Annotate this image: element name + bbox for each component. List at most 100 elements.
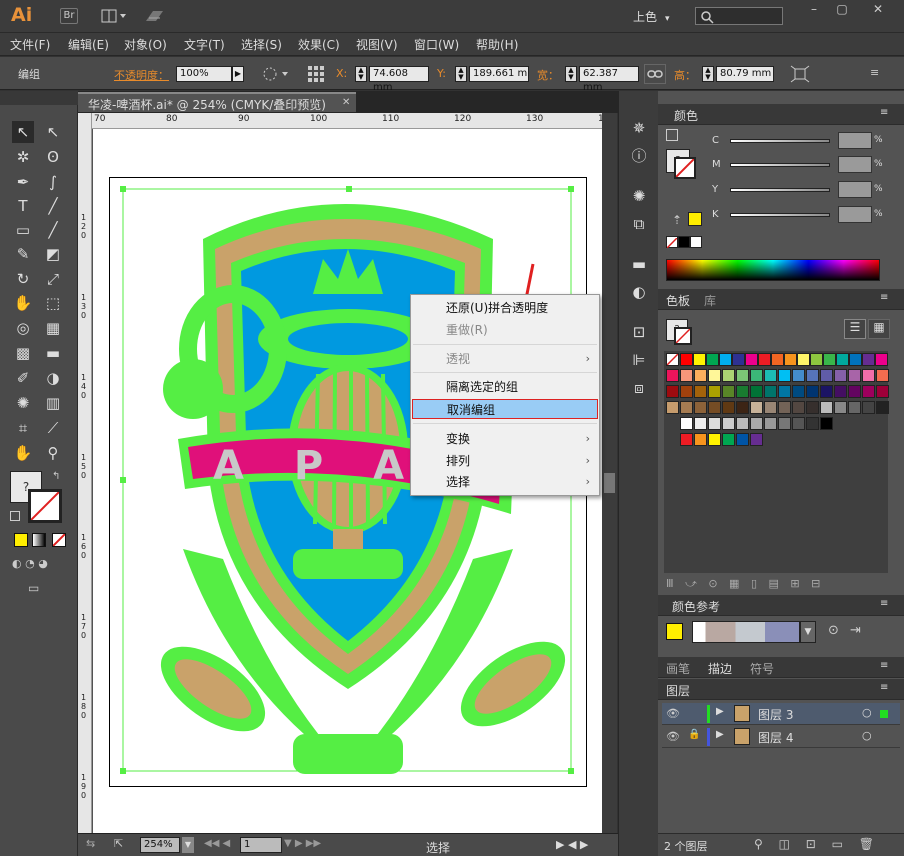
swatch[interactable]	[694, 385, 707, 398]
screen-mode-icon[interactable]: ▭	[28, 581, 50, 597]
swatch[interactable]	[778, 385, 791, 398]
shape-builder-tool-icon[interactable]: ◎	[12, 317, 34, 339]
swatch[interactable]	[694, 369, 707, 382]
swatch[interactable]	[666, 401, 679, 414]
menu-object[interactable]: 对象(O)	[124, 36, 167, 53]
symbols-tab[interactable]: 符号	[750, 660, 774, 677]
status-menu-icon[interactable]: ▶ ◀ ▶	[556, 838, 588, 851]
swatch[interactable]	[820, 385, 833, 398]
search-input[interactable]	[695, 7, 783, 25]
pathfinder-icon[interactable]: ⧈	[628, 377, 650, 399]
swatch[interactable]	[792, 385, 805, 398]
bridge-button[interactable]: Br	[60, 8, 78, 24]
swatch[interactable]	[876, 369, 889, 382]
list-view-icon[interactable]: ☰	[844, 319, 866, 339]
edit-colors-icon[interactable]: ⊙	[828, 623, 839, 638]
swatch[interactable]	[797, 353, 810, 366]
zoom-field[interactable]: 254%	[140, 837, 180, 853]
visibility-icon[interactable]: 👁	[666, 730, 680, 743]
swatch[interactable]	[810, 353, 823, 366]
close-tab-icon[interactable]: ✕	[342, 97, 350, 108]
layer-name[interactable]: 图层 4	[758, 729, 793, 746]
swatch[interactable]	[806, 417, 819, 430]
swatch[interactable]	[722, 369, 735, 382]
swatch[interactable]	[708, 385, 721, 398]
swatch[interactable]	[708, 417, 721, 430]
menu-item-undo-flatten[interactable]: 还原(U)拼合透明度	[412, 298, 598, 318]
swatch[interactable]	[792, 401, 805, 414]
menu-view[interactable]: 视图(V)	[356, 36, 398, 53]
menu-effect[interactable]: 效果(C)	[298, 36, 340, 53]
scroll-thumb[interactable]	[604, 473, 615, 493]
stroke-tab[interactable]: 描边	[708, 660, 732, 677]
swatch[interactable]	[806, 401, 819, 414]
swatch[interactable]	[862, 401, 875, 414]
default-colors-icon[interactable]	[10, 511, 20, 521]
perspective-grid-tool-icon[interactable]: ▦	[42, 317, 64, 339]
black-value[interactable]	[838, 206, 872, 223]
selected-art-icon[interactable]	[880, 710, 888, 718]
minimize-button[interactable]: –	[802, 2, 826, 20]
swatch[interactable]	[722, 385, 735, 398]
swatch[interactable]	[706, 353, 719, 366]
menu-item-arrange[interactable]: 排列 ›	[412, 451, 598, 471]
swatch[interactable]	[719, 353, 732, 366]
panel-menu-icon[interactable]: ≡	[880, 660, 888, 671]
artboard-nav-icon[interactable]: ⇆	[86, 837, 110, 853]
swatch[interactable]	[750, 433, 763, 446]
out-of-gamut-icon[interactable]: ⇡	[672, 213, 682, 227]
panel-menu-icon[interactable]: ≡	[880, 682, 888, 693]
expand-icon[interactable]: ▶	[716, 706, 724, 717]
swatch[interactable]	[694, 401, 707, 414]
column-graph-tool-icon[interactable]: ▥	[42, 392, 64, 414]
swatch[interactable]	[666, 369, 679, 382]
color-panel-title[interactable]: 颜色	[674, 107, 698, 124]
document-tab[interactable]: 华凌-啤酒杯.ai* @ 254% (CMYK/叠印预览) ✕	[78, 92, 356, 112]
panel-menu-icon[interactable]: ≡	[880, 598, 888, 609]
graphic-styles-icon[interactable]: ⧉	[628, 213, 650, 235]
cyan-value[interactable]	[838, 132, 872, 149]
swatch[interactable]	[722, 417, 735, 430]
swatch[interactable]	[778, 417, 791, 430]
target-icon[interactable]: ○	[862, 729, 872, 742]
swatch[interactable]	[680, 401, 693, 414]
pen-tool-icon[interactable]: ✒	[12, 171, 34, 193]
height-stepper[interactable]: ▲ ▼	[702, 66, 714, 82]
menu-file[interactable]: 文件(F)	[10, 36, 50, 53]
symbol-sprayer-tool-icon[interactable]: ✺	[12, 392, 34, 414]
eyedropper-tool-icon[interactable]: ✐	[12, 367, 34, 389]
swatch[interactable]	[876, 385, 889, 398]
lasso-tool-icon[interactable]: ʘ	[42, 146, 64, 168]
menu-item-ungroup[interactable]: 取消编组	[412, 399, 598, 419]
navigator-icon[interactable]: ✵	[628, 117, 650, 139]
swatch[interactable]	[680, 369, 693, 382]
layer-row[interactable]: 👁 🔒 ▶ 图层 4 ○	[662, 726, 900, 748]
recolor-icon[interactable]	[262, 66, 290, 82]
scale-tool-icon[interactable]: ⤢	[42, 268, 64, 290]
visibility-icon[interactable]: 👁	[666, 707, 680, 720]
swatch[interactable]	[792, 369, 805, 382]
swatch[interactable]	[778, 401, 791, 414]
next-artboard-icon[interactable]: ▼ ▶ ▶▶	[284, 838, 321, 849]
blend-tool-icon[interactable]: ◑	[42, 367, 64, 389]
y-stepper[interactable]: ▲ ▼	[455, 66, 467, 82]
constrain-proportions-icon[interactable]	[644, 64, 666, 84]
curvature-tool-icon[interactable]: ∫	[42, 171, 64, 193]
swatch[interactable]	[834, 401, 847, 414]
swatch[interactable]	[750, 401, 763, 414]
swatch[interactable]	[823, 353, 836, 366]
transform-panel-icon[interactable]: ⊡	[628, 321, 650, 343]
line-tool-icon[interactable]: ╱	[42, 195, 64, 217]
maximize-button[interactable]: ▢	[830, 2, 854, 20]
x-field[interactable]: 74.608 mm	[369, 66, 429, 93]
mesh-tool-icon[interactable]: ▩	[12, 342, 34, 364]
hand-tool-icon[interactable]: ✋	[12, 442, 34, 464]
none-mode-icon[interactable]	[52, 533, 66, 547]
swatch[interactable]	[862, 369, 875, 382]
menu-select[interactable]: 选择(S)	[241, 36, 282, 53]
menu-edit[interactable]: 编辑(E)	[68, 36, 109, 53]
target-icon[interactable]: ○	[862, 706, 872, 719]
swatch[interactable]	[708, 433, 721, 446]
rotate-tool-icon[interactable]: ↻	[12, 268, 34, 290]
height-field[interactable]: 80.79 mm	[716, 66, 774, 82]
